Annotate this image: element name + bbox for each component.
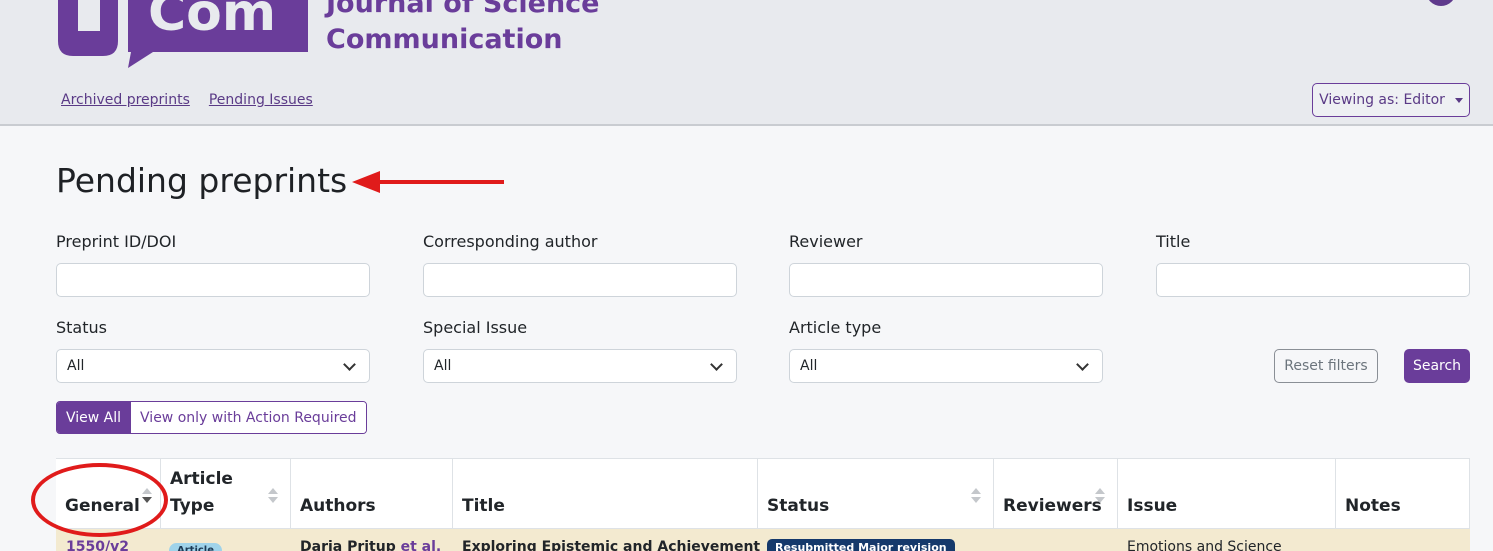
- sort-icon[interactable]: [1095, 488, 1105, 504]
- chevron-down-icon: [1076, 358, 1089, 371]
- journal-name-line1: Journal of Science: [326, 0, 600, 19]
- journal-name: Journal of Science Communication: [326, 0, 599, 58]
- special-issue-label: Special Issue: [423, 318, 528, 337]
- viewing-as-dropdown[interactable]: Viewing as: Editor: [1312, 83, 1470, 117]
- reviewer-input[interactable]: [789, 263, 1103, 297]
- view-action-required-button[interactable]: View only with Action Required: [130, 402, 366, 433]
- title-filter-input[interactable]: [1156, 263, 1470, 297]
- authors-more-link[interactable]: et al.: [401, 539, 442, 551]
- reset-filters-button[interactable]: Reset filters: [1274, 349, 1378, 383]
- status-select[interactable]: All: [56, 349, 370, 383]
- sort-icon[interactable]: [971, 488, 981, 504]
- user-avatar[interactable]: [1426, 0, 1456, 6]
- jcom-logo[interactable]: Com: [58, 0, 308, 70]
- article-type-badge: Article: [169, 541, 223, 551]
- column-header-label: Title: [462, 496, 505, 516]
- view-toggle: View All View only with Action Required: [56, 401, 367, 434]
- column-header-label: Status: [767, 496, 830, 516]
- title-cell: Exploring Epistemic and Achievement: [462, 539, 761, 551]
- column-header-label: Reviewers: [1003, 496, 1102, 516]
- authors-cell: Daria Pritup et al.: [300, 539, 441, 551]
- table-header: General Article Type Authors Title Statu…: [56, 458, 1470, 530]
- reviewer-label: Reviewer: [789, 232, 863, 251]
- article-type-badge-label: Article: [169, 543, 223, 551]
- preprint-id-link[interactable]: 1550/v2: [66, 539, 129, 551]
- article-type-label: Article type: [789, 318, 882, 337]
- site-header: Com Journal of Science Communication Arc…: [0, 0, 1493, 126]
- nav-archived-preprints[interactable]: Archived preprints: [61, 92, 190, 108]
- column-header-label: Authors: [300, 496, 376, 516]
- column-header-label: Article Type: [170, 469, 233, 516]
- view-all-button[interactable]: View All: [57, 402, 131, 433]
- column-header-notes: Notes: [1335, 459, 1470, 530]
- annotation-circle-icon: [31, 463, 168, 537]
- status-badge: Resubmitted Major revision: [767, 539, 955, 551]
- column-header-article-type[interactable]: Article Type: [160, 459, 290, 530]
- column-header-label: Issue: [1127, 496, 1178, 516]
- corresponding-author-label: Corresponding author: [423, 232, 598, 251]
- status-select-value: All: [67, 358, 85, 374]
- special-issue-select-value: All: [434, 358, 452, 374]
- issue-cell: Emotions and Science: [1127, 539, 1282, 551]
- column-header-status[interactable]: Status: [757, 459, 993, 530]
- search-button[interactable]: Search: [1404, 349, 1470, 383]
- special-issue-select[interactable]: All: [423, 349, 737, 383]
- table-row[interactable]: 1550/v2 Article Daria Pritup et al. Expl…: [56, 529, 1470, 551]
- title-filter-label: Title: [1156, 232, 1191, 251]
- article-type-select-value: All: [800, 358, 818, 374]
- column-header-issue: Issue: [1117, 459, 1335, 530]
- caret-down-icon: [1454, 97, 1463, 103]
- secondary-nav: Archived preprints Pending Issues: [61, 92, 313, 108]
- status-label: Status: [56, 318, 107, 337]
- article-type-select[interactable]: All: [789, 349, 1103, 383]
- status-badge-label: Resubmitted Major revision: [767, 539, 955, 551]
- column-header-authors: Authors: [290, 459, 452, 530]
- chevron-down-icon: [710, 358, 723, 371]
- column-header-reviewers[interactable]: Reviewers: [993, 459, 1117, 530]
- viewing-as-label: Viewing as: Editor: [1319, 92, 1445, 108]
- preprints-table: General Article Type Authors Title Statu…: [56, 458, 1470, 551]
- sort-icon[interactable]: [268, 488, 278, 504]
- corresponding-author-input[interactable]: [423, 263, 737, 297]
- column-header-title: Title: [452, 459, 757, 530]
- page-title: Pending preprints: [56, 161, 348, 200]
- column-header-label: Notes: [1345, 496, 1401, 516]
- nav-pending-issues[interactable]: Pending Issues: [209, 92, 313, 108]
- annotation-arrow-icon: [352, 171, 504, 193]
- journal-name-line2: Communication: [326, 24, 563, 55]
- preprint-id-input[interactable]: [56, 263, 370, 297]
- preprint-id-label: Preprint ID/DOI: [56, 232, 177, 251]
- svg-text:Com: Com: [148, 0, 276, 43]
- chevron-down-icon: [343, 358, 356, 371]
- author-name: Daria Pritup: [300, 539, 396, 551]
